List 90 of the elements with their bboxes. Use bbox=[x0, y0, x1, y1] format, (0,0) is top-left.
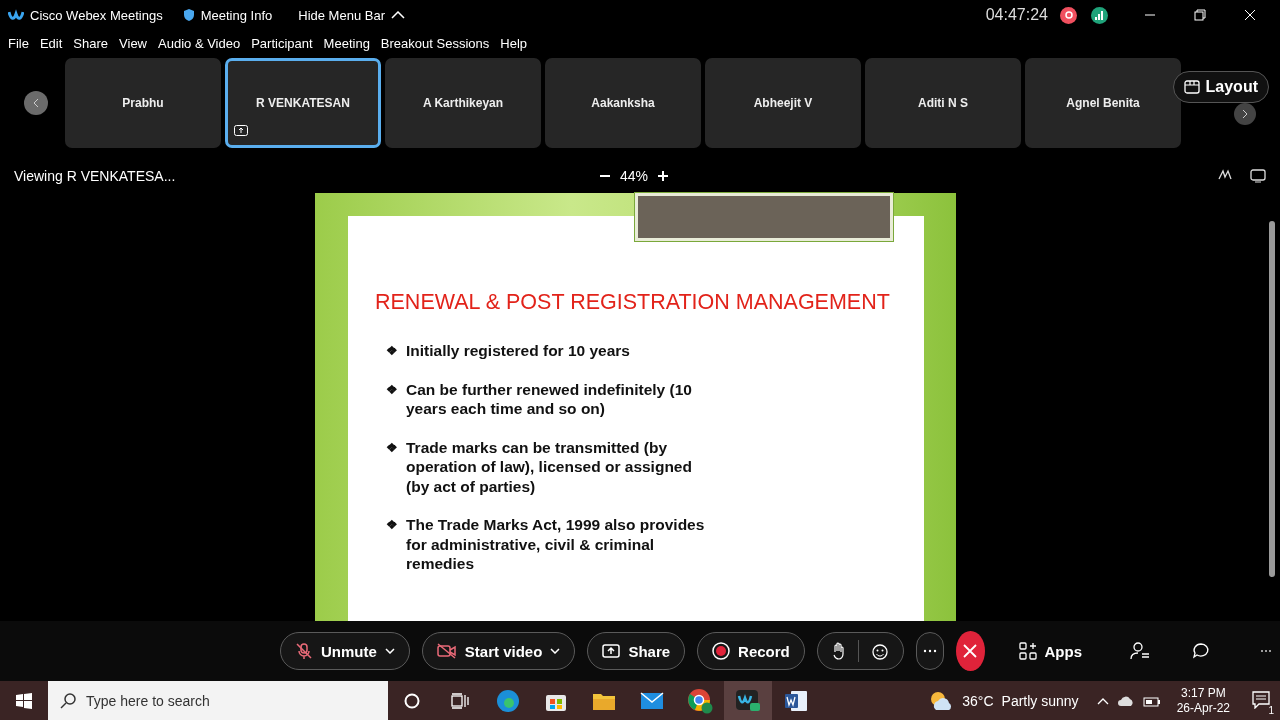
raise-hand-icon bbox=[831, 642, 846, 660]
search-icon bbox=[60, 693, 76, 709]
participant-tile[interactable]: Agnel Benita bbox=[1025, 58, 1181, 148]
share-button[interactable]: Share bbox=[587, 632, 686, 670]
menu-item[interactable]: Edit bbox=[39, 35, 63, 51]
bullet-marker: ❖ bbox=[386, 438, 398, 457]
bullet-text: The Trade Marks Act, 1999 also provides for administrative, civil & criminal remedies bbox=[406, 515, 706, 574]
shield-icon bbox=[182, 8, 195, 22]
caret-icon bbox=[384, 648, 395, 654]
more-icon bbox=[922, 649, 937, 653]
signal-strength-icon bbox=[1091, 6, 1108, 24]
document-app-icon bbox=[784, 690, 808, 712]
app-name: Cisco Webex Meetings bbox=[30, 7, 163, 23]
bullet-text: Initially registered for 10 years bbox=[406, 341, 631, 361]
circle-icon bbox=[404, 693, 420, 709]
windows-logo-icon bbox=[16, 693, 32, 709]
participant-tile[interactable]: Abheejit V bbox=[705, 58, 861, 148]
apps-button[interactable]: Apps bbox=[1010, 642, 1090, 660]
emoji-icon bbox=[870, 642, 889, 660]
annotate-icon bbox=[1218, 169, 1232, 181]
webex-app-icon bbox=[735, 689, 761, 713]
zoom-in-button[interactable] bbox=[658, 168, 669, 184]
browser-profile-icon bbox=[687, 688, 713, 714]
menu-item[interactable]: File bbox=[8, 35, 29, 51]
close-icon bbox=[963, 644, 978, 658]
mic-button[interactable]: Unmute bbox=[280, 632, 410, 670]
clock-date: 26-Apr-22 bbox=[1176, 701, 1230, 716]
menu-item[interactable]: Audio & Video bbox=[158, 35, 241, 51]
participant-tile[interactable]: Aakanksha bbox=[545, 58, 701, 148]
cloud-icon bbox=[1116, 695, 1135, 707]
layout-button[interactable]: Layout bbox=[1172, 71, 1269, 103]
chat-bubble-icon bbox=[1192, 642, 1210, 660]
screen-share-icon bbox=[234, 125, 248, 136]
participant-tile[interactable]: R VENKATESAN bbox=[225, 58, 381, 148]
task-view-icon bbox=[451, 693, 469, 709]
screen-icon bbox=[1250, 169, 1266, 183]
video-button[interactable]: Start video bbox=[421, 632, 576, 670]
share-screen-icon bbox=[602, 643, 621, 659]
reactions-button[interactable] bbox=[816, 632, 904, 670]
participant-tile[interactable]: Aditi N S bbox=[865, 58, 1021, 148]
bullet-marker: ❖ bbox=[386, 380, 398, 399]
menu-item[interactable]: Help bbox=[500, 35, 527, 51]
weather-condition: Partly sunny bbox=[1001, 693, 1079, 709]
viewing-label: Viewing R VENKATESA... bbox=[14, 168, 176, 184]
chevron-up-icon bbox=[391, 11, 405, 19]
plus-icon bbox=[658, 170, 669, 181]
record-icon bbox=[712, 642, 731, 660]
slide-title: RENEWAL & POST REGISTRATION MANAGEMENT bbox=[375, 290, 891, 315]
webex-logo-icon bbox=[8, 9, 24, 21]
end-meeting-button[interactable] bbox=[955, 631, 985, 671]
chevron-up-icon bbox=[1096, 697, 1109, 705]
menu-item[interactable]: View bbox=[119, 35, 147, 51]
speech-bubble-icon bbox=[1252, 690, 1270, 709]
menu-item[interactable]: Participant bbox=[251, 35, 313, 51]
layout-icon bbox=[1183, 80, 1200, 94]
previous-button[interactable] bbox=[24, 91, 48, 115]
bullet-marker: ❖ bbox=[386, 516, 398, 534]
zoom-level: 44% bbox=[620, 168, 649, 184]
meeting-info-button[interactable]: Meeting Info bbox=[182, 7, 273, 23]
participant-tile[interactable]: Prabhu bbox=[65, 58, 221, 148]
hide-menu-bar-button[interactable]: Hide Menu Bar bbox=[298, 7, 405, 23]
bullet-text: Trade marks can be transmitted (by operation of law), licensed or assigned (by act of parties) bbox=[406, 437, 693, 496]
video-off-icon bbox=[436, 643, 457, 659]
browser-icon bbox=[496, 689, 520, 713]
clock-time: 3:17 PM bbox=[1180, 686, 1226, 701]
more-icon bbox=[1260, 649, 1272, 653]
apps-icon bbox=[1018, 642, 1037, 660]
menu-item[interactable]: Meeting bbox=[323, 35, 370, 51]
muted-microphone-icon bbox=[295, 642, 313, 660]
record-button[interactable]: Record bbox=[697, 632, 805, 670]
restore-icon bbox=[1194, 9, 1206, 21]
chevron-right-icon bbox=[1242, 109, 1248, 119]
caret-icon bbox=[550, 648, 561, 654]
participant-tile[interactable]: A Karthikeyan bbox=[385, 58, 541, 148]
close-icon bbox=[1244, 9, 1256, 21]
taskbar-app[interactable] bbox=[724, 681, 772, 720]
meeting-timer: 04:47:24 bbox=[985, 6, 1048, 24]
menu-item[interactable]: Share bbox=[73, 35, 109, 51]
battery-plug-icon bbox=[1142, 695, 1161, 707]
folder-icon bbox=[592, 691, 616, 711]
recording-status-icon bbox=[1060, 6, 1077, 24]
person-list-icon bbox=[1130, 642, 1150, 660]
bullet-marker: ❖ bbox=[386, 342, 398, 360]
chevron-left-icon bbox=[33, 98, 39, 108]
bullet-text: Can be further renewed indefinitely (10 years each time and so on) bbox=[406, 379, 693, 419]
more-options-button[interactable] bbox=[915, 632, 944, 670]
menu-item[interactable]: Breakout Sessions bbox=[380, 35, 490, 51]
envelope-icon bbox=[640, 692, 664, 710]
taskbar-search-field[interactable]: Type here to search bbox=[48, 681, 388, 720]
temperature: 36°C bbox=[962, 693, 994, 709]
